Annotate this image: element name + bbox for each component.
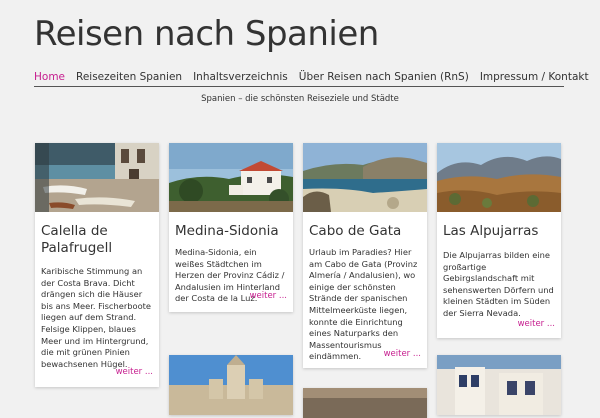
nav-reisezeiten[interactable]: Reisezeiten Spanien bbox=[76, 70, 193, 86]
card-title-calella[interactable]: Calella de Palafrugell bbox=[41, 223, 153, 257]
card-row2-2 bbox=[303, 388, 427, 418]
card-title-medina[interactable]: Medina-Sidonia bbox=[175, 223, 287, 240]
nav-ueber[interactable]: Über Reisen nach Spanien (RnS) bbox=[299, 70, 480, 86]
card-image-medina[interactable] bbox=[169, 143, 293, 212]
card-cabo: Cabo de Gata Urlaub im Paradies? Hier am… bbox=[303, 143, 427, 368]
card-row2-1 bbox=[169, 355, 293, 415]
card-image-calella[interactable] bbox=[35, 143, 159, 212]
card-image-row2-1[interactable] bbox=[169, 355, 293, 415]
card-more-medina[interactable]: weiter ... bbox=[250, 291, 287, 301]
card-calella: Calella de Palafrugell Karibische Stimmu… bbox=[35, 143, 159, 387]
card-image-alpujarras[interactable] bbox=[437, 143, 561, 212]
card-image-row2-3[interactable] bbox=[437, 355, 561, 415]
card-title-alpujarras[interactable]: Las Alpujarras bbox=[443, 223, 555, 240]
nav-impressum[interactable]: Impressum / Kontakt bbox=[480, 70, 600, 86]
card-more-calella[interactable]: weiter ... bbox=[116, 367, 153, 377]
card-image-row2-2[interactable] bbox=[303, 388, 427, 418]
card-more-alpujarras[interactable]: weiter ... bbox=[518, 319, 555, 329]
card-text-alpujarras: Die Alpujarras bilden eine großartige Ge… bbox=[443, 250, 554, 318]
card-row2-3 bbox=[437, 355, 561, 415]
nav-inhaltsverzeichnis[interactable]: Inhaltsverzeichnis bbox=[193, 70, 299, 86]
card-text-cabo: Urlaub im Paradies? Hier am Cabo de Gata… bbox=[309, 247, 418, 362]
card-more-cabo[interactable]: weiter ... bbox=[384, 349, 421, 359]
card-text-calella: Karibische Stimmung an der Costa Brava. … bbox=[41, 266, 152, 369]
main-navigation: Home Reisezeiten Spanien Inhaltsverzeich… bbox=[34, 70, 589, 87]
site-title[interactable]: Reisen nach Spanien bbox=[34, 14, 379, 54]
card-title-cabo[interactable]: Cabo de Gata bbox=[309, 223, 421, 240]
card-medina: Medina-Sidonia Medina-Sidonia, ein weiße… bbox=[169, 143, 293, 312]
card-image-cabo[interactable] bbox=[303, 143, 427, 212]
card-alpujarras: Las Alpujarras Die Alpujarras bilden ein… bbox=[437, 143, 561, 338]
nav-home[interactable]: Home bbox=[34, 70, 76, 86]
site-tagline: Spanien – die schönsten Reiseziele und S… bbox=[201, 94, 399, 104]
